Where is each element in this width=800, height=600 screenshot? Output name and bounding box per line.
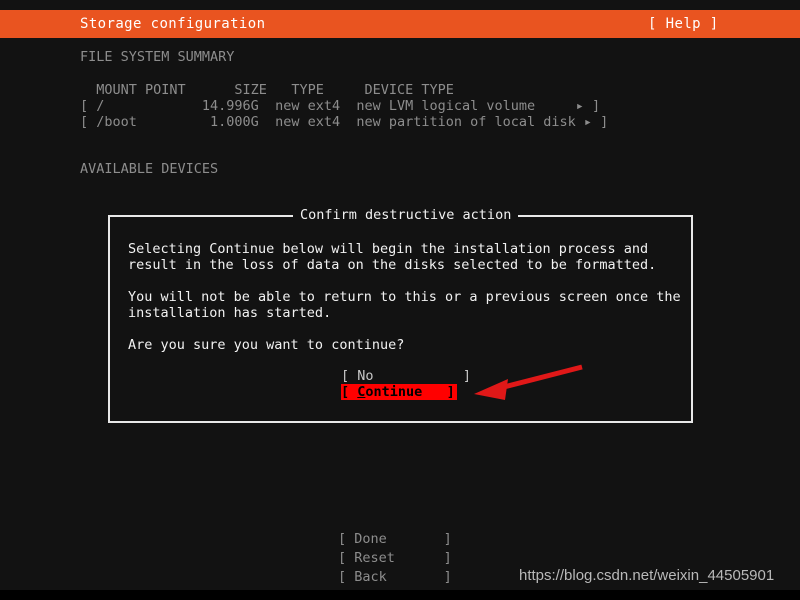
- table-header-row: MOUNT POINT SIZE TYPE DEVICE TYPE: [80, 82, 454, 98]
- table-row[interactable]: [ /boot 1.000G new ext4 new partition of…: [80, 114, 608, 130]
- continue-label-rest: ontinue ]: [365, 384, 455, 400]
- dialog-button-group: [ No ] [ Continue ]: [341, 368, 471, 400]
- dialog-title: Confirm destructive action: [293, 207, 519, 223]
- available-devices-heading: AVAILABLE DEVICES: [80, 161, 219, 177]
- continue-button[interactable]: [ Continue ]: [341, 384, 457, 400]
- page-title: Storage configuration: [80, 16, 266, 32]
- table-row[interactable]: [ / 14.996G new ext4 new LVM logical vol…: [80, 98, 608, 114]
- installer-screen: Storage configuration [ Help ] FILE SYST…: [0, 0, 800, 600]
- title-bar: Storage configuration [ Help ]: [0, 10, 800, 38]
- reset-button[interactable]: [ Reset ]: [338, 549, 452, 568]
- done-button[interactable]: [ Done ]: [338, 530, 452, 549]
- dialog-text-line: Are you sure you want to continue?: [128, 337, 405, 353]
- bottom-button-group: [ Done ] [ Reset ] [ Back ]: [338, 530, 452, 587]
- dialog-text-line: You will not be able to return to this o…: [128, 289, 681, 305]
- dialog-paragraph: Selecting Continue below will begin the …: [128, 241, 678, 273]
- no-button[interactable]: [ No ]: [341, 368, 471, 384]
- filesystem-summary-table: MOUNT POINT SIZE TYPE DEVICE TYPE [ / 14…: [80, 82, 608, 130]
- dialog-text-line: Selecting Continue below will begin the …: [128, 241, 649, 257]
- help-button[interactable]: [ Help ]: [648, 15, 719, 33]
- dialog-text-line: installation has started.: [128, 305, 332, 321]
- dialog-text-line: result in the loss of data on the disks …: [128, 257, 657, 273]
- filesystem-summary-heading: FILE SYSTEM SUMMARY: [80, 49, 235, 65]
- dialog-paragraph: Are you sure you want to continue?: [128, 337, 678, 353]
- terminal-body: Storage configuration [ Help ] FILE SYST…: [0, 0, 800, 590]
- back-button[interactable]: [ Back ]: [338, 568, 452, 587]
- dialog-paragraph: You will not be able to return to this o…: [128, 289, 681, 321]
- watermark-text: https://blog.csdn.net/weixin_44505901: [519, 567, 775, 584]
- dialog-message-body: Selecting Continue below will begin the …: [128, 241, 681, 353]
- continue-label-prefix: [: [341, 384, 358, 400]
